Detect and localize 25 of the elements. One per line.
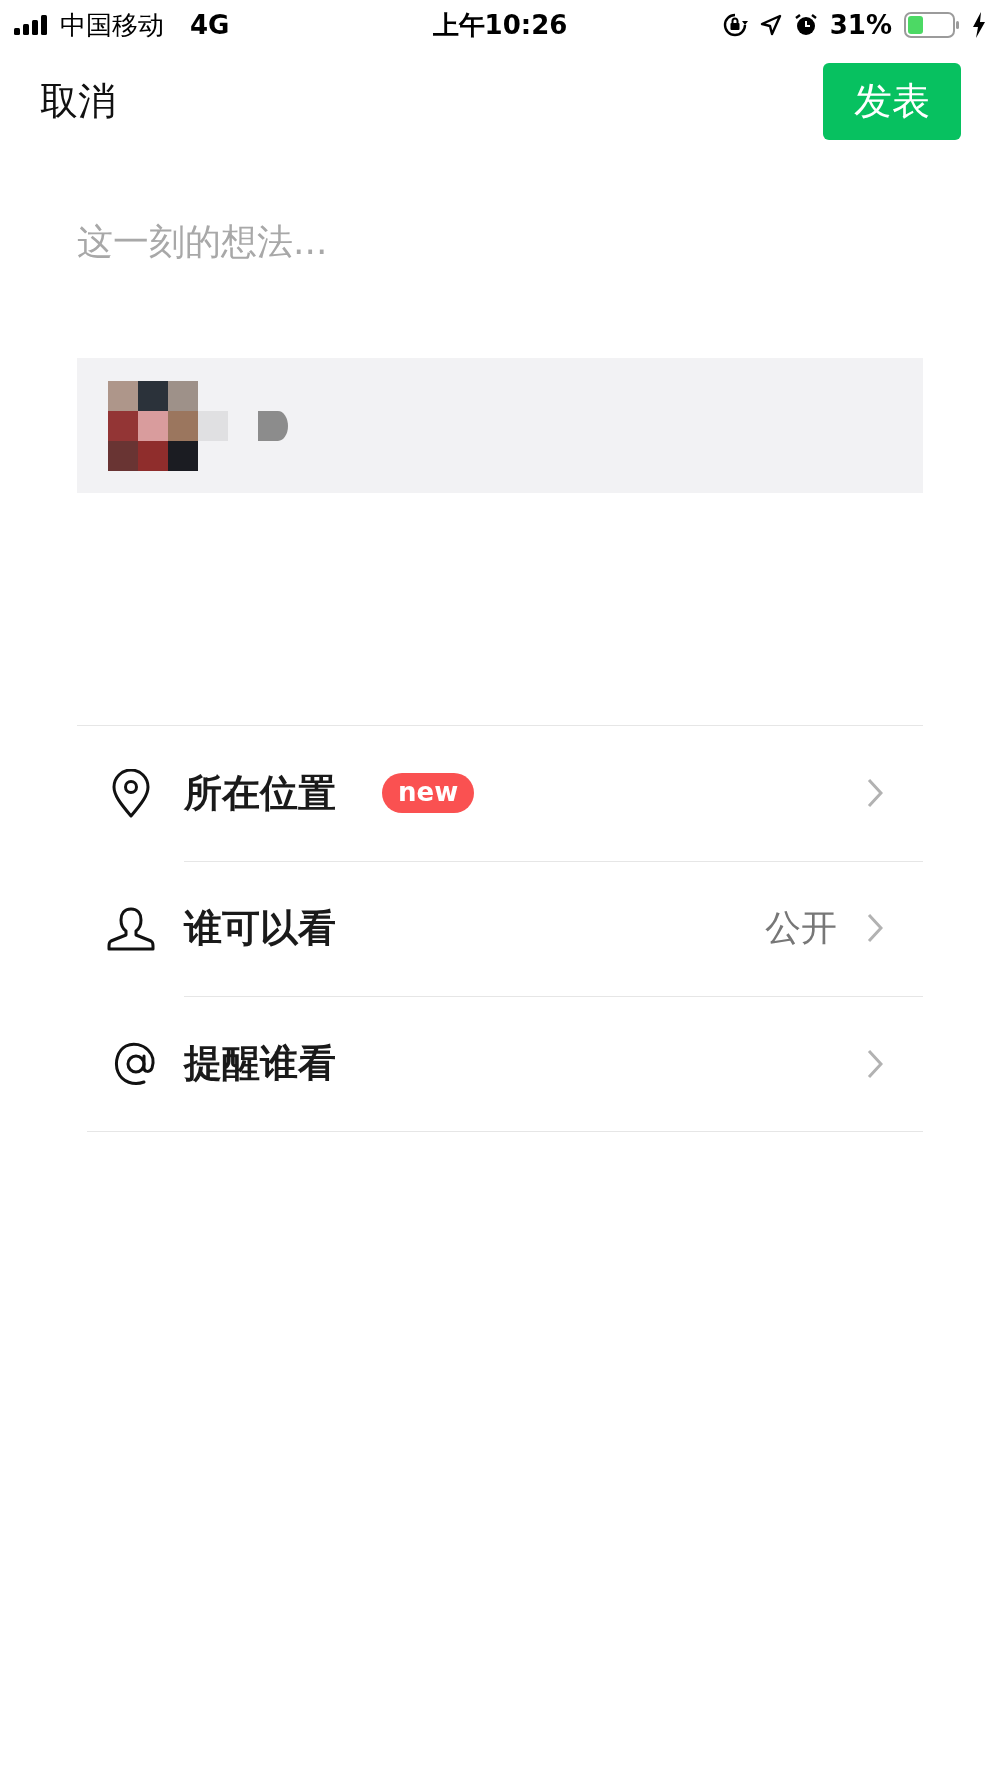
cancel-button[interactable]: 取消 [40, 76, 116, 127]
battery-icon [904, 12, 960, 38]
carrier-name: 中国移动 [60, 8, 164, 42]
charging-icon [972, 12, 986, 38]
location-arrow-icon [759, 14, 782, 36]
network-type: 4G [190, 10, 230, 40]
person-icon [106, 906, 155, 951]
battery-percent: 31% [829, 10, 892, 40]
option-row[interactable]: 谁可以看 公开 [184, 860, 923, 997]
option-value: 公开 [765, 905, 837, 950]
chevron-icon [867, 778, 883, 808]
location-pin-icon [110, 768, 151, 819]
option-label: 谁可以看 [184, 904, 336, 952]
new-badge: new [382, 773, 475, 813]
rotation-lock-icon [721, 12, 748, 38]
chevron-icon [867, 913, 883, 943]
option-label: 所在位置 [184, 769, 336, 817]
option-row[interactable]: 提醒谁看 [184, 996, 923, 1131]
option-row[interactable]: 所在位置 new [184, 725, 923, 862]
alarm-icon [793, 13, 818, 37]
option-label: 提醒谁看 [184, 1040, 336, 1087]
chevron-icon [867, 1048, 883, 1079]
signal-icon [14, 15, 48, 35]
clock: 上午10:26 [432, 8, 568, 42]
attachment-card[interactable] [77, 358, 923, 493]
